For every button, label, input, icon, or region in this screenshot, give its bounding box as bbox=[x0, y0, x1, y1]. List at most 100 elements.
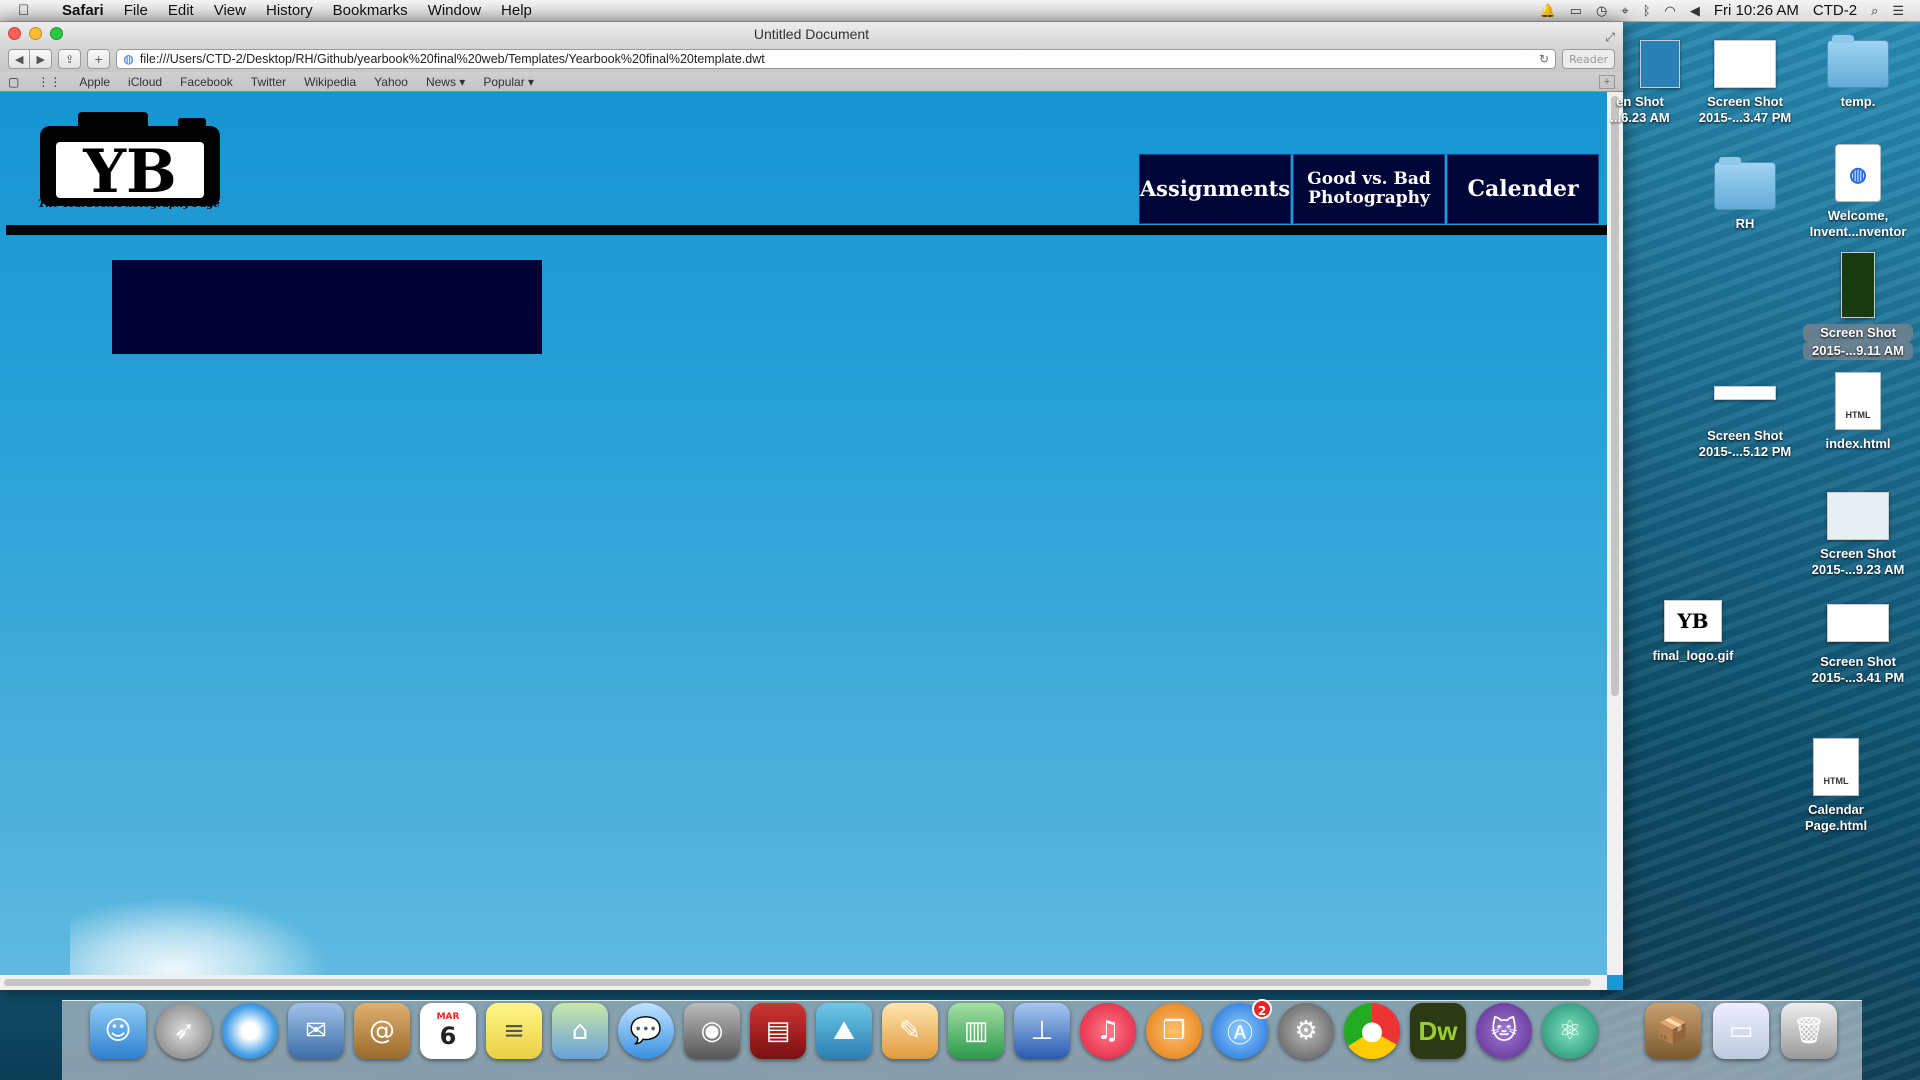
notes-icon[interactable]: ≡ bbox=[486, 1003, 542, 1059]
nav-assignments[interactable]: Assignments bbox=[1139, 154, 1291, 224]
bookmark-wikipedia[interactable]: Wikipedia bbox=[304, 75, 356, 89]
reload-icon[interactable]: ↻ bbox=[1539, 52, 1549, 66]
documents-stack-icon[interactable]: ▭ bbox=[1713, 1003, 1769, 1059]
desktop-icon-calendar-page[interactable]: HTML Calendar Page.html bbox=[1781, 738, 1891, 834]
ibooks-icon[interactable]: ❐ bbox=[1146, 1003, 1202, 1059]
nav-good-vs-bad-photography[interactable]: Good vs. Bad Photography bbox=[1293, 154, 1445, 224]
back-button[interactable]: ◀ bbox=[8, 49, 31, 69]
time-machine-icon[interactable]: ◷ bbox=[1596, 3, 1607, 19]
airplay-icon[interactable]: ▭ bbox=[1570, 3, 1582, 19]
icon-sublabel: 2015-...3.41 PM bbox=[1811, 670, 1905, 685]
icon-label: Screen Shot bbox=[1707, 428, 1783, 443]
desktop-icon-temp-folder[interactable]: temp. bbox=[1803, 35, 1913, 110]
bookmark-icloud[interactable]: iCloud bbox=[128, 75, 162, 89]
menu-help[interactable]: Help bbox=[491, 2, 542, 19]
screenshot-thumbnail-icon bbox=[1640, 40, 1680, 88]
atom-icon[interactable]: ⚛ bbox=[1542, 1003, 1598, 1059]
icon-sublabel: ...6.23 AM bbox=[1610, 110, 1670, 125]
menu-edit[interactable]: Edit bbox=[158, 2, 204, 19]
desktop-icon-index-html[interactable]: HTML index.html bbox=[1803, 372, 1913, 452]
menu-app-name[interactable]: Safari bbox=[52, 2, 114, 19]
desktop-icon-welcome[interactable]: ◍ Welcome, Invent...nventor bbox=[1803, 144, 1913, 240]
title-bar: Untitled Document ⤢ bbox=[0, 22, 1623, 46]
bookmark-facebook[interactable]: Facebook bbox=[180, 75, 233, 89]
contacts-icon[interactable]: @ bbox=[354, 1003, 410, 1059]
minimize-window-button[interactable] bbox=[29, 27, 42, 40]
volume-icon[interactable]: ◀ bbox=[1690, 3, 1700, 19]
horizontal-scrollbar[interactable] bbox=[0, 975, 1607, 990]
notification-center-icon[interactable]: ☰ bbox=[1892, 3, 1904, 19]
desktop-icon-screenshot-1[interactable]: en Shot ...6.23 AM bbox=[1600, 40, 1680, 126]
numbers-icon[interactable]: ▥ bbox=[948, 1003, 1004, 1059]
keynote-icon[interactable]: ⊥ bbox=[1014, 1003, 1070, 1059]
share-button[interactable]: ⇪ bbox=[57, 49, 82, 69]
pages-icon[interactable]: ✎ bbox=[882, 1003, 938, 1059]
bookmark-popular[interactable]: Popular ▾ bbox=[483, 75, 534, 89]
desktop-icon-screenshot-2[interactable]: Screen Shot 2015-...3.47 PM bbox=[1690, 40, 1800, 126]
top-sites-icon[interactable]: ⋮⋮ bbox=[37, 75, 61, 89]
folder-icon bbox=[1827, 35, 1889, 88]
menu-window[interactable]: Window bbox=[418, 2, 491, 19]
binoculars-icon[interactable]: ⌖ bbox=[1621, 3, 1628, 19]
menu-file[interactable]: File bbox=[114, 2, 158, 19]
icon-sublabel: 2015-...5.12 PM bbox=[1698, 444, 1792, 459]
address-bar[interactable]: ◍ file:///Users/CTD-2/Desktop/RH/Github/… bbox=[116, 49, 1557, 69]
back-forward-group: ◀ ▶ bbox=[8, 49, 52, 69]
thumbnail-letters: YB bbox=[1677, 609, 1709, 633]
vertical-scrollbar[interactable] bbox=[1607, 92, 1623, 975]
trash-icon[interactable]: 🗑 bbox=[1781, 1003, 1837, 1059]
vertical-scroll-thumb[interactable] bbox=[1611, 96, 1619, 696]
icon-sublabel: 2015-...9.23 AM bbox=[1811, 562, 1905, 577]
menu-view[interactable]: View bbox=[204, 2, 256, 19]
bookmark-news[interactable]: News ▾ bbox=[426, 75, 465, 89]
screenshot-thumbnail-icon bbox=[1714, 386, 1776, 400]
system-preferences-icon[interactable]: ⚙ bbox=[1278, 1003, 1334, 1059]
clock[interactable]: Fri 10:26 AM bbox=[1714, 2, 1799, 19]
calendar-icon[interactable]: MAR 6 bbox=[420, 1003, 476, 1059]
finder-icon[interactable]: ☺ bbox=[90, 1003, 146, 1059]
app-store-icon[interactable]: Ⓐ 2 bbox=[1212, 999, 1272, 1059]
bookmark-apple[interactable]: Apple bbox=[79, 75, 110, 89]
bookmark-yahoo[interactable]: Yahoo bbox=[374, 75, 408, 89]
apple-menu-icon[interactable]:  bbox=[18, 2, 38, 19]
photo-booth-icon[interactable]: ▤ bbox=[750, 1003, 806, 1059]
reading-list-icon[interactable]: ▢ bbox=[8, 75, 19, 89]
mail-bird-icon[interactable]: ✉ bbox=[288, 1003, 344, 1059]
nav-calender[interactable]: Calender bbox=[1447, 154, 1599, 224]
facetime-icon[interactable]: ◉ bbox=[684, 1003, 740, 1059]
desktop-icon-screenshot-4[interactable]: Screen Shot 2015-...5.12 PM bbox=[1690, 386, 1800, 460]
bookmark-twitter[interactable]: Twitter bbox=[251, 75, 286, 89]
menu-history[interactable]: History bbox=[256, 2, 323, 19]
forward-button[interactable]: ▶ bbox=[30, 49, 52, 69]
desktop-icon-screenshot-3[interactable]: Screen Shot 2015-...9.11 AM bbox=[1803, 252, 1913, 360]
menu-bookmarks[interactable]: Bookmarks bbox=[323, 2, 418, 19]
launchpad-icon[interactable]: ➶ bbox=[156, 1003, 212, 1059]
downloads-stack-icon[interactable]: 📦 bbox=[1645, 1003, 1701, 1059]
user-name[interactable]: CTD-2 bbox=[1813, 2, 1857, 19]
window-title: Untitled Document bbox=[753, 26, 870, 42]
chrome-icon[interactable]: ● bbox=[1344, 1003, 1400, 1059]
github-icon[interactable]: 🐱 bbox=[1476, 1003, 1532, 1059]
notification-bell-icon[interactable]: 🔔 bbox=[1540, 3, 1556, 19]
icon-label: en Shot bbox=[1616, 94, 1664, 109]
maps-icon[interactable]: ⌂ bbox=[552, 1003, 608, 1059]
bluetooth-icon[interactable]: ᛒ bbox=[1643, 3, 1651, 18]
desktop-icon-final-logo[interactable]: YB final_logo.gif bbox=[1638, 600, 1748, 664]
zoom-window-button[interactable] bbox=[50, 27, 63, 40]
itunes-icon[interactable]: ♫ bbox=[1080, 1003, 1136, 1059]
dreamweaver-icon[interactable]: Dw bbox=[1410, 1003, 1466, 1059]
wifi-icon[interactable]: ◠ bbox=[1665, 3, 1676, 19]
horizontal-scroll-thumb[interactable] bbox=[4, 979, 1591, 986]
screenshot-thumbnail-icon bbox=[1841, 252, 1875, 318]
icon-label: Screen Shot bbox=[1707, 94, 1783, 109]
desktop-icon-screenshot-6[interactable]: Screen Shot 2015-...3.41 PM bbox=[1803, 604, 1913, 686]
spotlight-search-icon[interactable]: ⌕ bbox=[1871, 3, 1878, 19]
desktop-icon-screenshot-5[interactable]: Screen Shot 2015-...9.23 AM bbox=[1803, 492, 1913, 578]
desktop-icon-rh-folder[interactable]: RH bbox=[1690, 157, 1800, 232]
messages-icon[interactable]: 💬 bbox=[618, 1003, 674, 1059]
close-window-button[interactable] bbox=[8, 27, 21, 40]
new-tab-button[interactable]: + bbox=[87, 49, 111, 69]
iphoto-icon[interactable]: ⛰ bbox=[816, 1003, 872, 1059]
safari-icon[interactable]: ⌖ bbox=[222, 1003, 278, 1059]
yb-camera-logo[interactable]: YB bbox=[38, 108, 228, 208]
